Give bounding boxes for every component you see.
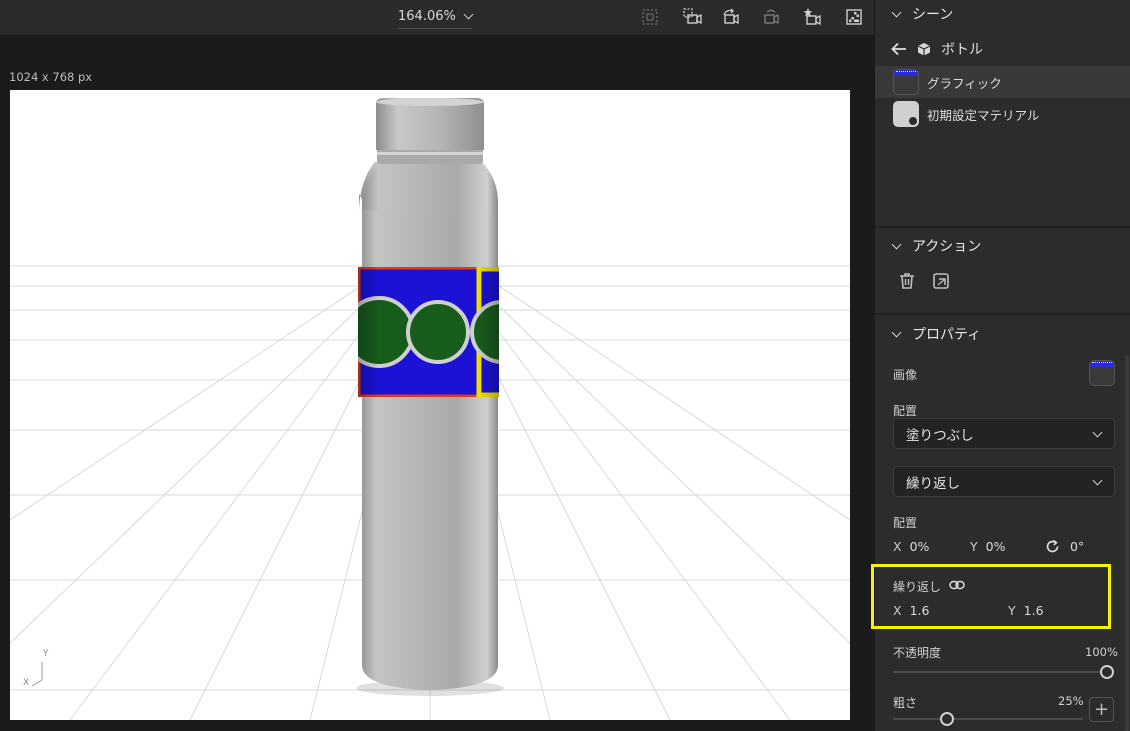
offset-label: 配置 (893, 516, 918, 530)
chevron-down-icon (891, 327, 902, 337)
opacity-label: 不透明度 (893, 646, 942, 660)
offset-x-value: 0% (909, 539, 930, 554)
roughness-slider-handle[interactable] (939, 712, 954, 726)
chevron-down-icon (463, 9, 474, 20)
frame-select-icon[interactable] (639, 6, 661, 28)
image-picker-thumbnail[interactable] (1089, 360, 1115, 386)
camera-reset-icon[interactable] (760, 6, 782, 28)
image-label: 画像 (893, 368, 918, 382)
chevron-down-icon (1092, 475, 1103, 486)
roughness-slider-track[interactable] (893, 718, 1083, 720)
repeat-mode-value: 繰り返し (906, 475, 960, 492)
chevron-down-icon (1092, 427, 1103, 438)
zoom-dropdown[interactable]: 164.06% (398, 7, 474, 29)
3d-viewport[interactable]: Y X (10, 90, 850, 720)
rotation-value: 0° (1070, 539, 1085, 554)
camera-rotate-icon[interactable] (720, 6, 742, 28)
material-thumbnail (893, 101, 919, 127)
camera-favorite-icon[interactable] (801, 6, 823, 28)
layer-item-graphic[interactable]: グラフィック (875, 66, 1130, 98)
actions-title: アクション (912, 239, 982, 255)
offset-y-value: 0% (985, 539, 1006, 554)
axis-x-label: X (23, 678, 30, 688)
app-window: 164.06% 1024 x 768 px Y X シーン ボトル グラフィック… (0, 0, 1130, 731)
offset-x-axis: X (893, 539, 902, 554)
properties-title: プロパティ (912, 327, 982, 343)
cube-icon (917, 43, 931, 56)
axis-y-label: Y (43, 649, 49, 659)
roughness-value: 25% (1058, 694, 1084, 708)
fill-mode-dropdown[interactable]: 塗りつぶし (893, 418, 1115, 449)
chevron-down-icon (891, 7, 902, 17)
repeat-highlight-box (871, 564, 1111, 629)
offset-y-field[interactable]: Y 0% (970, 539, 1005, 554)
actions-section-header[interactable]: アクション (875, 232, 1130, 260)
rotate-icon (1046, 539, 1059, 553)
roughness-label: 粗さ (893, 696, 918, 710)
trash-icon[interactable] (897, 271, 917, 291)
section-divider (875, 226, 1130, 228)
properties-section-header[interactable]: プロパティ (875, 320, 1130, 348)
back-arrow-icon[interactable] (891, 42, 907, 56)
opacity-slider-track[interactable] (893, 671, 1107, 673)
fill-mode-value: 塗りつぶし (906, 427, 974, 444)
offset-y-axis: Y (970, 539, 978, 554)
layer-label: 初期設定マテリアル (927, 107, 1040, 123)
layer-label: グラフィック (927, 75, 1002, 91)
rotation-field[interactable]: 0° (1045, 539, 1084, 554)
export-icon[interactable] (931, 271, 951, 291)
camera-fit-icon[interactable] (681, 6, 703, 28)
section-divider (875, 313, 1130, 315)
scene-section-header[interactable]: シーン (875, 0, 1130, 28)
opacity-value: 100% (1085, 645, 1118, 659)
scene-title: シーン (912, 7, 954, 23)
zoom-value: 164.06% (398, 9, 456, 24)
canvas-size-label: 1024 x 768 px (9, 70, 93, 84)
top-toolbar: 164.06% (0, 0, 874, 36)
layer-item-default-material[interactable]: 初期設定マテリアル (875, 98, 1130, 130)
breadcrumb: ボトル (891, 39, 983, 59)
panel-scrollbar[interactable] (1125, 355, 1129, 731)
add-button[interactable]: + (1089, 697, 1114, 722)
render-icon[interactable] (843, 6, 865, 28)
chevron-down-icon (891, 239, 902, 249)
repeat-mode-dropdown[interactable]: 繰り返し (893, 466, 1115, 497)
placement-label: 配置 (893, 404, 918, 418)
graphic-thumbnail (893, 69, 919, 95)
breadcrumb-model: ボトル (941, 42, 983, 58)
scene-render (10, 98, 850, 720)
offset-x-field[interactable]: X 0% (893, 539, 929, 554)
axis-gizmo (31, 662, 43, 687)
opacity-slider-handle[interactable] (1100, 665, 1114, 679)
